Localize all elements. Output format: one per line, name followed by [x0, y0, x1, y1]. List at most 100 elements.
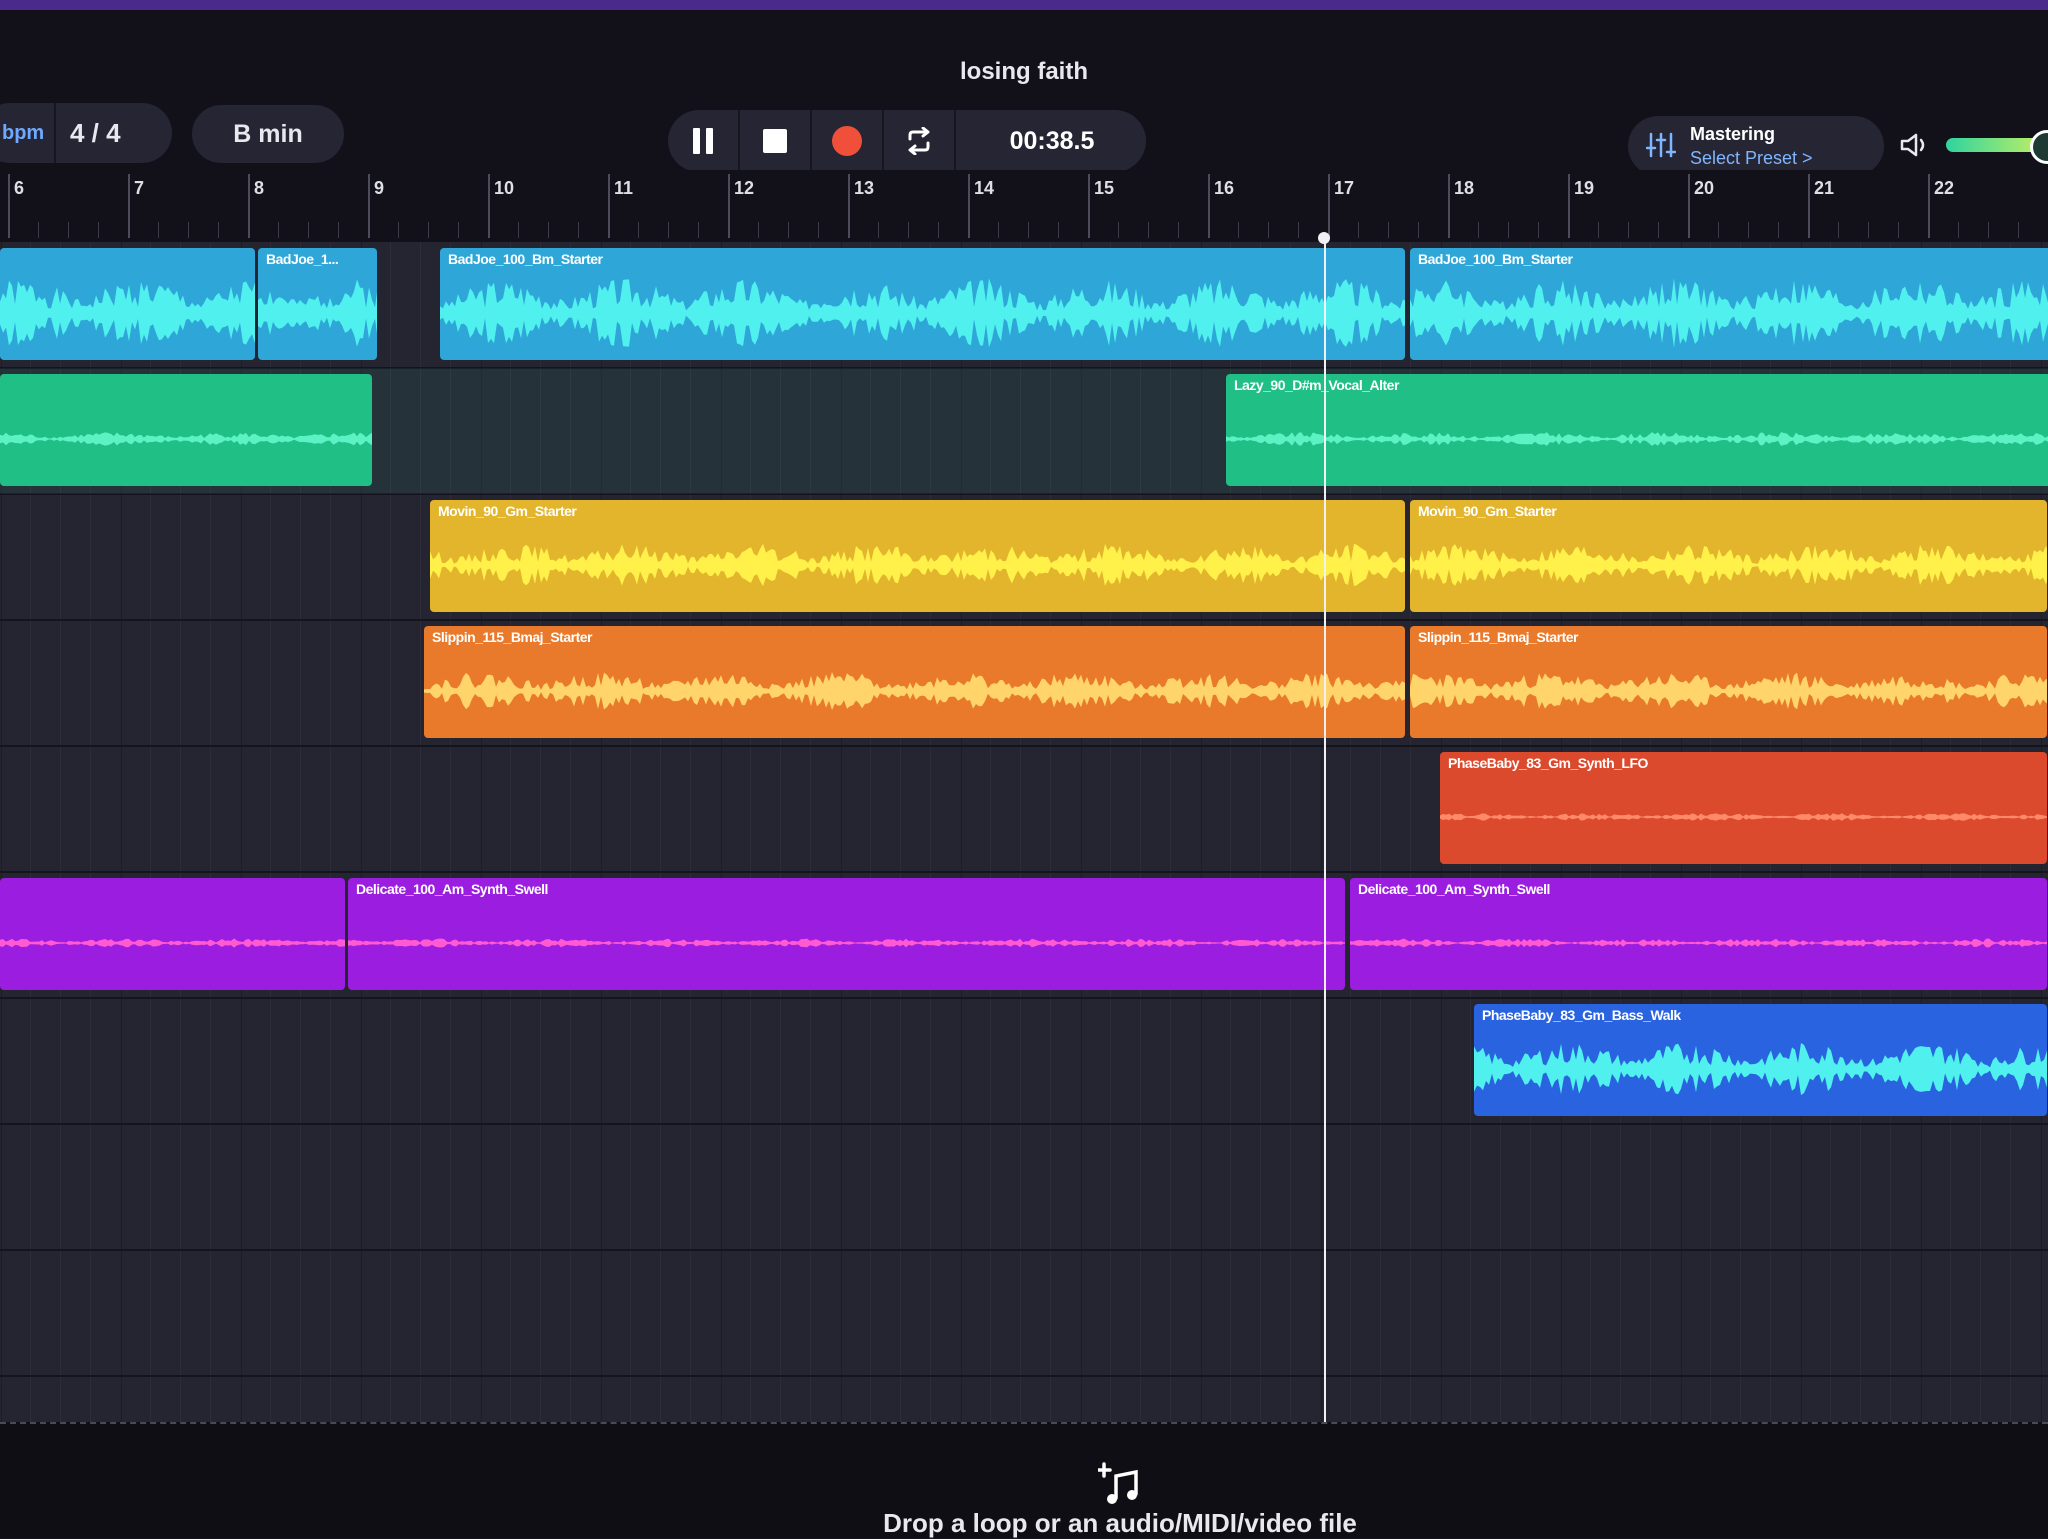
audio-region[interactable]: BadJoe_100_Bm_Starter [1410, 248, 2048, 360]
beat-tick [458, 222, 459, 238]
audio-region[interactable]: Movin_90_Gm_Starter [430, 500, 1405, 612]
bar-number: 13 [854, 178, 875, 198]
waveform [440, 278, 1405, 348]
bpm-label[interactable]: bpm [2, 122, 44, 145]
waveform [348, 938, 1345, 948]
beat-tick [878, 222, 879, 238]
stop-button[interactable] [740, 110, 810, 172]
waveform [258, 279, 377, 347]
bar-line [128, 174, 130, 238]
beat-tick [1478, 222, 1479, 238]
bar-number: 7 [134, 178, 145, 198]
beat-tick [1838, 222, 1839, 238]
audio-region[interactable]: Lazy_90_D#m_Vocal_Alter [1226, 374, 2048, 486]
beat-tick [188, 222, 189, 238]
waveform-shape [0, 432, 372, 446]
beat-tick [38, 222, 39, 238]
beat-tick [1508, 222, 1509, 238]
beat-tick [218, 222, 219, 238]
loop-button[interactable] [884, 110, 954, 172]
region-label: PhaseBaby_83_Gm_Synth_LFO [1448, 755, 1648, 771]
beat-tick [1868, 222, 1869, 238]
waveform [0, 280, 255, 346]
header: losing faith bpm 4 / 4 B min 00:38.5 Mas… [0, 10, 2048, 176]
speaker-icon[interactable] [1900, 132, 1932, 158]
waveform-shape [1440, 813, 2047, 821]
audio-region[interactable] [0, 878, 345, 990]
beat-tick [788, 222, 789, 238]
beat-tick [638, 222, 639, 238]
time-signature[interactable]: 4 / 4 [70, 118, 121, 149]
region-label: Delicate_100_Am_Synth_Swell [1358, 881, 1550, 897]
audio-region[interactable]: Movin_90_Gm_Starter [1410, 500, 2047, 612]
waveform-shape [424, 672, 1405, 710]
transport-bar: 00:38.5 [668, 110, 1146, 172]
bar-number: 22 [1934, 178, 1955, 198]
project-title[interactable]: losing faith [0, 58, 2048, 86]
beat-tick [1418, 222, 1419, 238]
bar-number: 16 [1214, 178, 1235, 198]
audio-region[interactable]: Slippin_115_Bmaj_Starter [424, 626, 1405, 738]
beat-tick [1658, 222, 1659, 238]
audio-region[interactable] [0, 248, 255, 360]
bar-line [488, 174, 490, 238]
beat-tick [938, 222, 939, 238]
bar-line [848, 174, 850, 238]
loop-icon [908, 127, 930, 155]
audio-region[interactable]: Delicate_100_Am_Synth_Swell [348, 878, 1345, 990]
record-button[interactable] [812, 110, 882, 172]
beat-tick [1058, 222, 1059, 238]
bar-number: 9 [374, 178, 385, 198]
tempo-signature-pill[interactable]: bpm 4 / 4 [0, 103, 172, 163]
beat-tick [68, 222, 69, 238]
waveform [1410, 544, 2047, 586]
timeline-ruler[interactable]: 6 7 8 9 10 11 12 13 14 15 16 17 18 19 20 21 22 [0, 170, 2048, 244]
beat-tick [308, 222, 309, 238]
beat-tick [668, 222, 669, 238]
key-button[interactable]: B min [192, 105, 344, 163]
audio-region[interactable]: PhaseBaby_83_Gm_Synth_LFO [1440, 752, 2047, 864]
bar-line [1568, 174, 1570, 238]
bar-number: 18 [1454, 178, 1475, 198]
lane-divider [0, 745, 2048, 747]
region-label: Delicate_100_Am_Synth_Swell [356, 881, 548, 897]
waveform-shape [1410, 672, 2047, 710]
audio-region[interactable]: Slippin_115_Bmaj_Starter [1410, 626, 2047, 738]
beat-tick [908, 222, 909, 238]
bar-line [1088, 174, 1090, 238]
drop-zone-text: Drop a loop or an audio/MIDI/video file [883, 1508, 1357, 1538]
beat-tick [1778, 222, 1779, 238]
audio-region[interactable]: Delicate_100_Am_Synth_Swell [1350, 878, 2047, 990]
beat-tick [1178, 222, 1179, 238]
add-music-icon [1098, 1462, 1138, 1504]
volume-slider-handle[interactable] [2030, 130, 2048, 164]
lane-divider [0, 997, 2048, 999]
region-label: Movin_90_Gm_Starter [438, 503, 577, 519]
audio-region[interactable]: BadJoe_100_Bm_Starter [440, 248, 1405, 360]
bar-line [1688, 174, 1690, 238]
arrangement-area[interactable]: BadJoe_1... BadJoe_100_Bm_Starter BadJoe_1… [0, 242, 2048, 1422]
bar-line [608, 174, 610, 238]
bar-line [728, 174, 730, 238]
beat-tick [1268, 222, 1269, 238]
playhead[interactable] [1324, 236, 1326, 1536]
audio-region[interactable]: PhaseBaby_83_Gm_Bass_Walk [1474, 1004, 2047, 1116]
bar-number: 8 [254, 178, 265, 198]
divider [954, 110, 956, 172]
pause-button[interactable] [668, 110, 738, 172]
beat-tick [1628, 222, 1629, 238]
audio-region[interactable]: BadJoe_1... [258, 248, 377, 360]
divider [54, 103, 56, 163]
audio-region[interactable] [0, 374, 372, 486]
lane-divider [0, 1375, 2048, 1377]
waveform [1474, 1043, 2047, 1095]
mastering-preset-button[interactable]: Mastering Select Preset > [1628, 116, 1884, 176]
time-display: 00:38.5 [1009, 126, 1095, 155]
bar-line [1328, 174, 1330, 238]
mastering-title: Mastering [1690, 124, 1776, 144]
bar-number: 20 [1694, 178, 1715, 198]
beat-tick [1538, 222, 1539, 238]
record-icon [832, 126, 862, 156]
beat-tick [158, 222, 159, 238]
lane-divider [0, 1123, 2048, 1125]
